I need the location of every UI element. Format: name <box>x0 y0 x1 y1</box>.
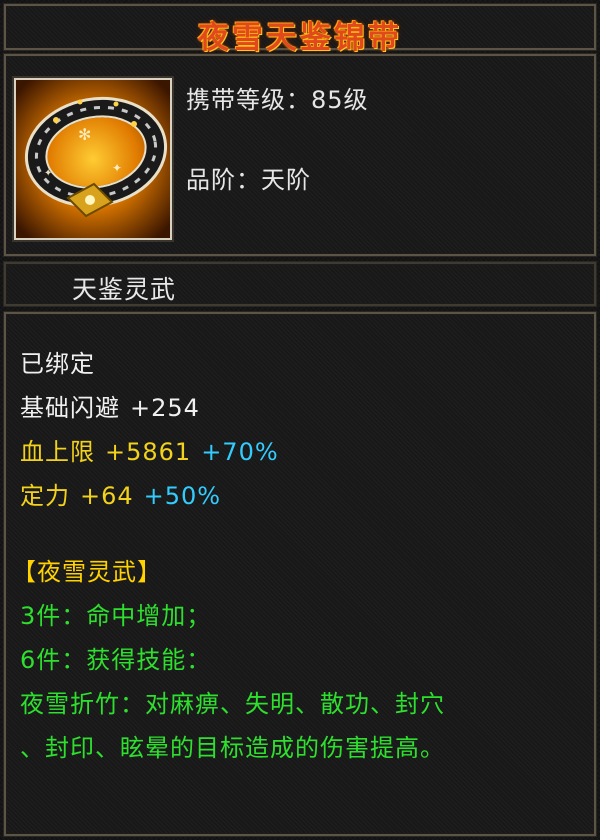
hp-label: 血上限 <box>20 438 95 466</box>
svg-text:✦: ✦ <box>112 161 122 175</box>
carry-level-label: 携带等级： <box>186 86 311 114</box>
set-label-bar: 天鉴灵武 <box>4 262 596 306</box>
focus-value: +64 <box>80 482 134 510</box>
grade-value: 天阶 <box>261 166 311 194</box>
belt-icon[interactable]: ✻ ✦ ✦ <box>12 76 174 242</box>
focus-label: 定力 <box>20 482 70 510</box>
item-info-box: ✻ ✦ ✦ 携带等级：85级 品阶：天阶 <box>4 54 596 256</box>
item-tooltip: 夜雪天鉴锦带 ✻ ✦ ✦ 携带等级：85级 品阶：天阶 天鉴灵武 已绑定 基础闪… <box>0 0 600 840</box>
skill-desc-line1: 夜雪折竹：对麻痹、失明、散功、封穴 <box>20 690 445 718</box>
focus-bonus: +50% <box>143 482 222 510</box>
skill-desc-line2: 、封印、眩晕的目标造成的伤害提高。 <box>20 734 445 762</box>
carry-level-value: 85级 <box>311 86 369 114</box>
set-tier-6: 6件：获得技能： <box>20 646 212 674</box>
svg-text:✻: ✻ <box>78 125 91 144</box>
hp-bonus: +70% <box>201 438 279 466</box>
grade-label: 品阶： <box>186 166 261 194</box>
item-name: 夜雪天鉴锦带 <box>198 20 402 56</box>
bound-status: 已绑定 <box>20 350 95 378</box>
dodge-value: +254 <box>130 394 200 422</box>
dodge-label: 基础闪避 <box>20 394 120 422</box>
item-grade: 品阶：天阶 <box>186 160 311 195</box>
carry-level: 携带等级：85级 <box>186 80 369 115</box>
set-name-label: 天鉴灵武 <box>72 275 177 304</box>
set-tier-3: 3件：命中增加； <box>20 602 212 630</box>
svg-text:✦: ✦ <box>44 168 52 179</box>
stats-box: 已绑定 基础闪避 +254 血上限 +5861 +70% 定力 +64 +50% 【夜雪灵… <box>4 312 596 836</box>
focus-stat: 定力 +64 +50% <box>20 476 221 511</box>
set-bonus-header: 【夜雪灵武】 <box>12 558 162 586</box>
hp-value: +5861 <box>105 438 192 466</box>
title-bar: 夜雪天鉴锦带 <box>4 4 596 56</box>
dodge-stat: 基础闪避 +254 <box>20 388 200 423</box>
hp-stat: 血上限 +5861 +70% <box>20 432 279 467</box>
